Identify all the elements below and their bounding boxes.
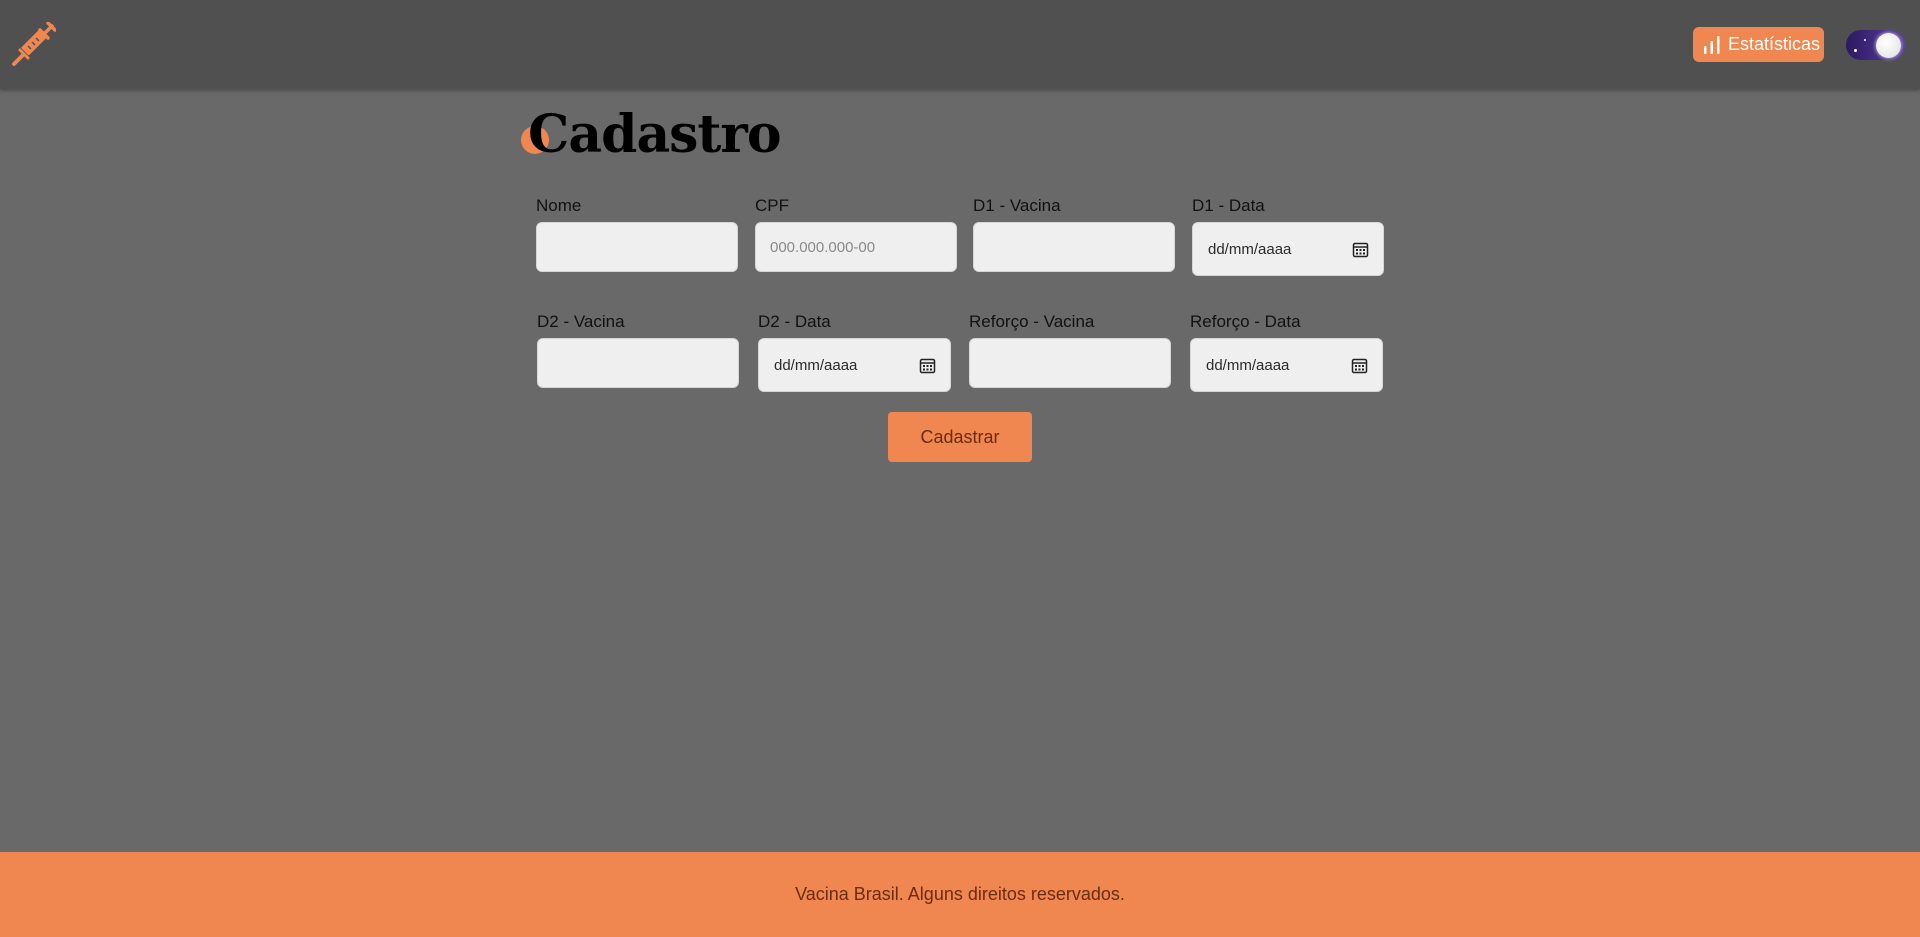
name-input[interactable] bbox=[536, 222, 738, 272]
cpf-placeholder: 000.000.000-00 bbox=[770, 238, 876, 256]
page-title: Cadastro bbox=[528, 104, 782, 165]
statistics-button[interactable]: Estatísticas bbox=[1693, 27, 1824, 62]
syringe-icon[interactable] bbox=[10, 21, 57, 68]
d1-vaccine-label: D1 - Vacina bbox=[973, 196, 1061, 215]
cpf-label: CPF bbox=[755, 196, 789, 215]
cpf-field: CPF 000.000.000-00 bbox=[755, 196, 957, 272]
booster-date-value: dd/mm/aaaa bbox=[1206, 356, 1290, 374]
d2-date-label: D2 - Data bbox=[758, 312, 831, 331]
calendar-icon[interactable] bbox=[919, 357, 936, 374]
footer-text: Vacina Brasil. Alguns direitos reservado… bbox=[795, 884, 1125, 904]
calendar-icon[interactable] bbox=[1351, 357, 1368, 374]
booster-date-field: Reforço - Data dd/mm/aaaa bbox=[1190, 312, 1383, 392]
d2-date-value: dd/mm/aaaa bbox=[774, 356, 858, 374]
moon-icon bbox=[1876, 33, 1901, 58]
d1-vaccine-field: D1 - Vacina bbox=[973, 196, 1175, 272]
star-icon bbox=[1864, 39, 1866, 41]
page-title-wrap: Cadastro bbox=[521, 100, 782, 170]
booster-vaccine-field: Reforço - Vacina bbox=[969, 312, 1171, 388]
booster-date-input[interactable]: dd/mm/aaaa bbox=[1190, 338, 1383, 392]
bar-chart-icon bbox=[1704, 35, 1720, 54]
booster-vaccine-label: Reforço - Vacina bbox=[969, 312, 1095, 331]
d1-vaccine-input[interactable] bbox=[973, 222, 1175, 272]
name-field: Nome bbox=[536, 196, 738, 272]
calendar-icon[interactable] bbox=[1352, 241, 1369, 258]
star-icon bbox=[1854, 49, 1857, 52]
footer: Vacina Brasil. Alguns direitos reservado… bbox=[0, 852, 1920, 937]
statistics-button-label: Estatísticas bbox=[1728, 34, 1821, 54]
booster-vaccine-input[interactable] bbox=[969, 338, 1171, 388]
d2-vaccine-input[interactable] bbox=[537, 338, 739, 388]
d2-vaccine-field: D2 - Vacina bbox=[537, 312, 739, 388]
cpf-input[interactable]: 000.000.000-00 bbox=[755, 222, 957, 272]
top-bar: Estatísticas bbox=[0, 0, 1920, 89]
d1-date-input[interactable]: dd/mm/aaaa bbox=[1192, 222, 1384, 276]
booster-date-label: Reforço - Data bbox=[1190, 312, 1301, 331]
theme-toggle[interactable] bbox=[1846, 30, 1905, 60]
d2-date-input[interactable]: dd/mm/aaaa bbox=[758, 338, 951, 392]
submit-button[interactable]: Cadastrar bbox=[888, 412, 1032, 462]
d1-date-value: dd/mm/aaaa bbox=[1208, 240, 1292, 258]
d1-date-field: D1 - Data dd/mm/aaaa bbox=[1192, 196, 1384, 276]
d1-date-label: D1 - Data bbox=[1192, 196, 1265, 215]
d2-vaccine-label: D2 - Vacina bbox=[537, 312, 625, 331]
name-label: Nome bbox=[536, 196, 582, 215]
d2-date-field: D2 - Data dd/mm/aaaa bbox=[758, 312, 951, 392]
